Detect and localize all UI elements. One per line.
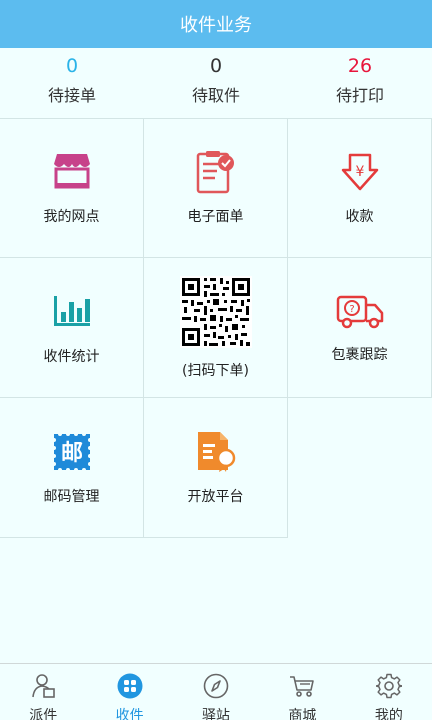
stat-pending-print[interactable]: 26 待打印 xyxy=(288,48,432,118)
grid-item-payment[interactable]: ¥ 收款 xyxy=(288,118,432,258)
bottom-tab-bar: 派件 收件 驿站 商城 我的 xyxy=(0,663,432,720)
grid-item-label: 收件统计 xyxy=(43,349,100,365)
grid-item-label: 开放平台 xyxy=(187,489,244,505)
yen-download-icon: ¥ xyxy=(341,153,378,191)
grid-item-label: 邮码管理 xyxy=(43,489,100,505)
tab-label: 驿站 xyxy=(202,708,231,720)
gear-icon xyxy=(375,673,402,699)
grid-item-label: (扫码下单) xyxy=(182,363,249,379)
stamp-glyph: 邮 xyxy=(60,441,82,466)
grid-item-postcode-mgmt[interactable]: 邮 邮码管理 xyxy=(0,398,144,538)
grid-item-stats[interactable]: 收件统计 xyxy=(0,258,144,398)
tab-label: 收件 xyxy=(115,708,144,720)
stats-row: 0 待接单 0 待取件 26 待打印 xyxy=(0,48,432,118)
tab-mall[interactable]: 商城 xyxy=(259,664,345,720)
stat-pending-accept[interactable]: 0 待接单 xyxy=(0,48,144,118)
tab-label: 派件 xyxy=(29,708,58,720)
grid-item-label: 电子面单 xyxy=(187,209,244,225)
tab-dispatch[interactable]: 派件 xyxy=(0,664,86,720)
certificate-icon xyxy=(197,432,235,472)
grid-item-parcel-tracking[interactable]: ? 包裹跟踪 xyxy=(288,258,432,398)
qr-code-icon xyxy=(179,276,252,348)
bar-chart-icon xyxy=(53,296,90,326)
clipboard-check-icon xyxy=(196,151,234,194)
delivery-truck-icon: ? xyxy=(336,295,383,329)
tab-label: 我的 xyxy=(374,708,403,720)
grid-item-scan-order[interactable]: (扫码下单) xyxy=(144,258,288,398)
svg-text:?: ? xyxy=(349,304,354,315)
stat-value: 0 xyxy=(209,55,223,77)
grid-item-label: 收款 xyxy=(345,209,374,225)
postage-stamp-icon: 邮 xyxy=(51,432,92,472)
grid-item-label: 包裹跟踪 xyxy=(331,347,388,363)
stat-label: 待打印 xyxy=(335,86,384,105)
courier-icon xyxy=(32,674,56,698)
grid-item-my-outlet[interactable]: 我的网点 xyxy=(0,118,144,258)
svg-text:¥: ¥ xyxy=(355,164,364,180)
tab-mine[interactable]: 我的 xyxy=(346,664,432,720)
stat-pending-pickup[interactable]: 0 待取件 xyxy=(144,48,288,118)
stat-label: 待接单 xyxy=(47,86,96,105)
tab-station[interactable]: 驿站 xyxy=(173,664,259,720)
grid-item-label: 我的网点 xyxy=(43,209,100,225)
stat-value: 0 xyxy=(65,55,79,77)
grid-item-open-platform[interactable]: 开放平台 xyxy=(144,398,288,538)
tab-receive[interactable]: 收件 xyxy=(86,664,172,720)
header-bar: 收件业务 xyxy=(0,0,432,48)
grid-item-e-waybill[interactable]: 电子面单 xyxy=(144,118,288,258)
page-title: 收件业务 xyxy=(180,15,252,36)
storefront-icon xyxy=(53,154,90,189)
stat-label: 待取件 xyxy=(191,86,240,105)
shopping-cart-icon xyxy=(290,676,315,697)
compass-icon xyxy=(203,673,229,699)
tab-label: 商城 xyxy=(288,708,317,720)
stat-value: 26 xyxy=(347,55,373,77)
grid-apps-icon xyxy=(117,673,143,699)
